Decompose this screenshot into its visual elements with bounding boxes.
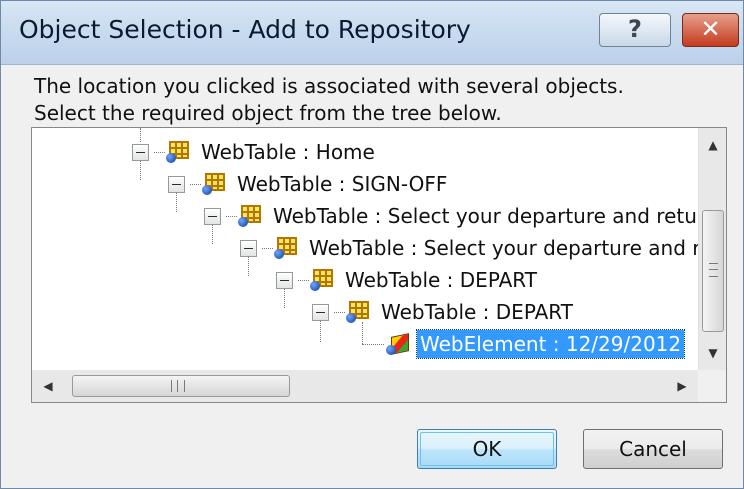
help-icon: ? [628,15,642,43]
tree-connector [190,183,201,185]
webtable-icon [202,173,228,195]
close-icon: ✕ [700,15,721,43]
tree-node-label: WebTable : DEPART [345,268,537,292]
instruction-line-1: The location you clicked is associated w… [34,74,624,98]
collapse-icon[interactable] [204,207,221,225]
webtable-icon [346,301,372,323]
horizontal-scroll-thumb[interactable] [72,375,290,397]
webtable-icon [238,205,264,227]
collapse-icon[interactable] [168,175,185,193]
tree-connector [362,343,384,345]
webtable-icon [310,269,336,291]
object-selection-dialog: Object Selection - Add to Repository ? ✕… [0,0,744,489]
tree-connector [262,247,273,249]
close-button[interactable]: ✕ [682,13,739,47]
tree-node[interactable]: WebTable : DEPART [312,296,576,328]
tree-node-selected[interactable]: WebElement : 12/29/2012 [362,328,686,360]
focus-ring [420,432,554,466]
help-button[interactable]: ? [599,13,671,47]
cancel-button[interactable]: Cancel [583,429,723,469]
tree-connector [334,311,345,313]
collapse-icon[interactable] [132,143,149,161]
tree-node-label: WebTable : Select your departure and ret… [273,204,713,228]
tree-node[interactable]: WebTable : Select your departure and ret… [204,200,716,232]
grip-icon [171,380,185,392]
tree-connector [154,151,165,153]
tree-node-label: WebElement : 12/29/2012 [415,329,686,359]
webtable-icon [274,237,300,259]
tree-connector [226,215,237,217]
scroll-left-icon[interactable]: ◀ [34,370,62,402]
scroll-right-icon[interactable]: ▶ [668,370,696,402]
tree-node[interactable]: WebTable : Home [132,136,378,168]
object-tree[interactable]: WebTable : Home WebTable : SIGN-OFF WebT… [31,127,727,403]
ok-button[interactable]: OK [417,429,557,469]
collapse-icon[interactable] [312,303,329,321]
collapse-icon[interactable] [240,239,257,257]
instruction-line-2: Select the required object from the tree… [34,101,502,125]
vertical-scroll-thumb[interactable] [702,210,724,332]
tree-node-label: WebTable : Home [201,140,375,164]
webelement-icon [386,333,411,355]
vertical-scrollbar[interactable]: ▲ ▼ [698,128,726,370]
title-bar[interactable]: Object Selection - Add to Repository ? ✕ [1,1,743,65]
tree-node[interactable]: WebTable : DEPART [276,264,540,296]
tree-connector [298,279,309,281]
scroll-down-icon[interactable]: ▼ [699,338,726,368]
grip-icon [709,263,718,277]
tree-node-label: WebTable : DEPART [381,300,573,324]
tree-node-label: WebTable : Select your departure and re [309,236,713,260]
instruction-text: The location you clicked is associated w… [34,73,624,127]
tree-node[interactable]: WebTable : Select your departure and re [240,232,715,264]
webtable-icon [166,141,192,163]
scrollbar-corner [698,370,726,402]
horizontal-scrollbar[interactable]: ◀ ▶ [32,370,698,402]
scroll-up-icon[interactable]: ▲ [699,130,726,160]
dialog-title: Object Selection - Add to Repository [19,15,471,44]
tree-node[interactable]: WebTable : SIGN-OFF [168,168,450,200]
collapse-icon[interactable] [276,271,293,289]
tree-node-label: WebTable : SIGN-OFF [237,172,448,196]
